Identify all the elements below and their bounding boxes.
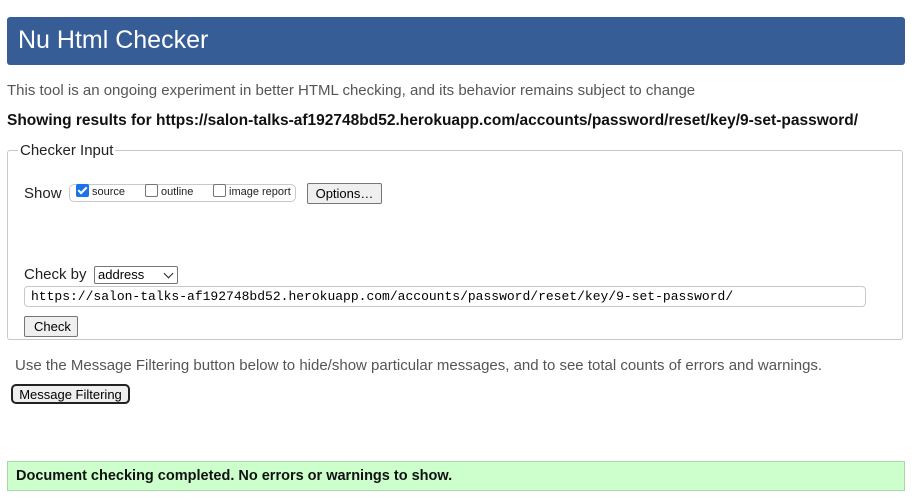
page-header: Nu Html Checker [7, 17, 905, 65]
page: Nu Html Checker This tool is an ongoing … [0, 0, 915, 500]
image-report-checkbox-label: image report [229, 185, 291, 198]
outline-checkbox[interactable] [145, 184, 158, 197]
result-success-message: Document checking completed. No errors o… [7, 461, 905, 491]
message-filtering-button[interactable]: Message Filtering [11, 384, 130, 404]
outline-checkbox-label: outline [161, 185, 194, 198]
check-button[interactable]: Check [24, 316, 78, 337]
intro-text: This tool is an ongoing experiment in be… [7, 82, 696, 99]
page-title: Nu Html Checker [18, 26, 209, 54]
outline-checkbox-option[interactable]: outline [145, 184, 194, 198]
image-report-checkbox-option[interactable]: image report [213, 184, 291, 198]
checker-input-fieldset: Checker Input Show source outline image … [7, 142, 903, 340]
url-input[interactable]: https://salon-talks-af192748bd52.herokua… [24, 286, 866, 307]
image-report-checkbox[interactable] [213, 184, 226, 197]
show-label: Show [24, 185, 62, 202]
source-checkbox-option[interactable]: source [76, 184, 126, 198]
message-filtering-note: Use the Message Filtering button below t… [15, 357, 823, 374]
source-checkbox-label: source [92, 185, 126, 198]
checker-input-legend: Checker Input [20, 142, 114, 159]
show-options-group: source outline image report [69, 184, 296, 202]
options-button[interactable]: Options… [307, 183, 382, 204]
source-checkbox[interactable] [76, 184, 89, 197]
check-by-select[interactable]: address [94, 266, 178, 284]
check-by-selected-value: address [98, 267, 145, 282]
check-by-label: Check by [24, 266, 87, 283]
showing-results-heading: Showing results for https://salon-talks-… [7, 112, 859, 129]
chevron-down-icon [163, 268, 174, 279]
